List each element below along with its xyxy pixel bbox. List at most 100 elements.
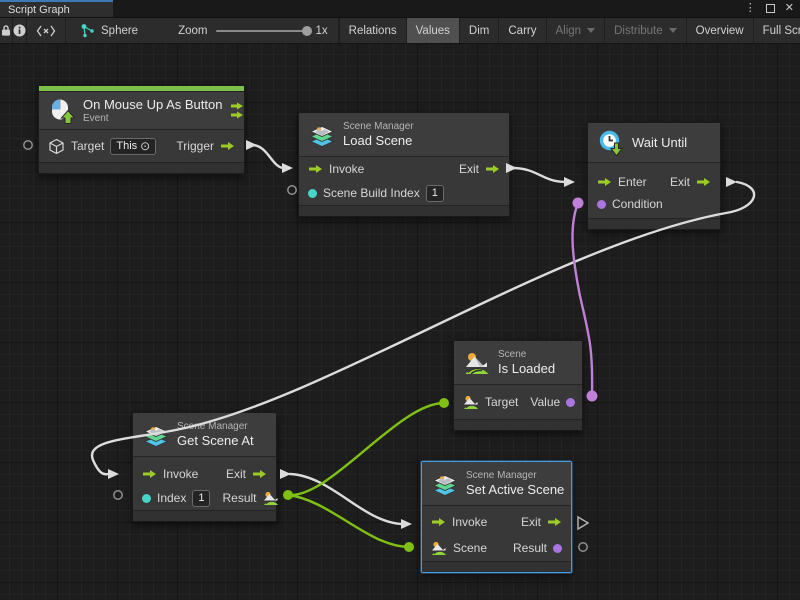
script-graph-window: Script Graph ⋮ ✕ Sphere [0,0,800,600]
align-button: Align [546,18,605,43]
port-row: Invoke Exit [422,509,571,535]
carry-button[interactable]: Carry [498,18,545,43]
port-row: Scene Result [422,535,571,561]
int-port-icon[interactable] [142,494,151,503]
target-value-chip[interactable]: This ⊙ [110,138,156,155]
port-label-result: Result [513,541,547,555]
wire-get-scene-at-to-set-active[interactable] [290,474,402,524]
scene-manager-icon [309,122,335,148]
node-category: Scene [498,349,555,361]
node-title: On Mouse Up As Button [83,97,222,113]
node-title: Wait Until [632,135,687,151]
close-icon[interactable]: ✕ [785,3,794,14]
scene-port-icon[interactable] [263,490,279,506]
values-button[interactable]: Values [406,18,459,43]
node-title: Set Active Scene [466,482,564,498]
flow-port-icon[interactable] [547,517,562,527]
port-row: Target Value [454,389,582,415]
zoom-slider-handle[interactable] [302,26,312,36]
port-label-exit: Exit [670,175,690,189]
port-label-value: Value [530,395,560,409]
wire-trigger-to-load-scene[interactable] [252,145,284,168]
port-label-target: Target [71,139,104,153]
node-footer [39,162,244,173]
node-category: Scene Manager [343,121,414,133]
code-view-button[interactable] [27,18,66,43]
lock-button[interactable] [0,18,13,43]
fullscreen-button[interactable]: Full Screen [753,18,800,43]
bool-port-icon[interactable] [566,398,575,407]
bool-port-icon[interactable] [553,544,562,553]
menu-icon[interactable]: ⋮ [745,3,756,14]
node-title: Is Loaded [498,361,555,377]
graph-canvas[interactable]: On Mouse Up As Button Event Target This [0,44,800,600]
port-row: Target This ⊙ Trigger [39,130,244,162]
graph-reference[interactable]: Sphere [66,18,150,43]
node-header[interactable]: Wait Until [588,123,720,163]
dim-button[interactable]: Dim [459,18,498,43]
maximize-icon[interactable] [766,4,775,13]
cube-icon [48,138,65,155]
port-row: Condition [588,193,720,215]
wire-load-scene-to-wait-until[interactable] [512,168,566,182]
scene-port-icon[interactable] [463,394,479,410]
node-header[interactable]: Scene Manager Load Scene [299,113,509,157]
node-load-scene[interactable]: Scene Manager Load Scene Invoke Exit Sce… [298,112,510,217]
node-get-scene-at[interactable]: Scene Manager Get Scene At Invoke Exit I… [132,412,277,522]
port-label-exit: Exit [226,467,246,481]
scene-manager-icon [143,422,169,448]
port-label-invoke: Invoke [329,162,364,176]
overview-button[interactable]: Overview [686,18,753,43]
node-header[interactable]: Scene Is Loaded [454,341,582,385]
index-value-chip[interactable]: 1 [192,490,210,507]
zoom-label: Zoom [178,25,207,37]
flow-port-icon[interactable] [431,517,446,527]
node-set-active-scene[interactable]: Scene Manager Set Active Scene Invoke Ex… [421,461,572,573]
node-header[interactable]: Scene Manager Set Active Scene [422,462,571,506]
toolbar-toggles: Relations Values Dim Carry Align Distrib… [339,18,800,43]
relations-button[interactable]: Relations [339,18,406,43]
bool-port-icon[interactable] [597,200,606,209]
node-footer [133,510,276,521]
node-title: Load Scene [343,133,414,149]
port-label-invoke: Invoke [163,467,198,481]
tab-title: Script Graph [8,4,70,16]
port-label-condition: Condition [612,197,663,211]
port-label-enter: Enter [618,175,647,189]
flow-port-icon[interactable] [597,177,612,187]
graph-icon [80,23,95,38]
flow-port-icon[interactable] [252,469,267,479]
node-footer [422,561,571,572]
window-controls: ⋮ ✕ [745,0,800,17]
scene-manager-icon [432,471,458,497]
node-subtitle: Event [83,113,222,125]
port-label-trigger: Trigger [176,139,214,153]
info-button[interactable] [13,18,27,43]
scene-port-icon[interactable] [431,540,447,556]
scene-icon [464,350,490,376]
wait-until-icon [598,130,624,156]
node-on-mouse-up-as-button[interactable]: On Mouse Up As Button Event Target This [38,85,245,174]
port-row: Invoke Exit [133,462,276,486]
flow-port-icon[interactable] [696,177,711,187]
flow-port-icon[interactable] [485,164,500,174]
node-wait-until[interactable]: Wait Until Enter Exit Condition [587,122,721,230]
port-label-scene: Scene [453,541,487,555]
flow-port-icon[interactable] [142,469,157,479]
zoom-slider[interactable] [216,30,308,32]
port-label-result: Result [222,491,256,505]
port-label-invoke: Invoke [452,515,487,529]
flow-port-icon[interactable] [308,164,323,174]
scene-build-index-value-chip[interactable]: 1 [426,185,444,202]
node-is-loaded[interactable]: Scene Is Loaded Target Value [453,340,583,431]
int-port-icon[interactable] [308,189,317,198]
flow-port-icon[interactable] [220,141,235,151]
wire-result-to-set-active-scene[interactable] [288,495,408,547]
node-title: Get Scene At [177,433,254,449]
node-header[interactable]: Scene Manager Get Scene At [133,413,276,457]
node-footer [454,419,582,430]
scope-picker-icon[interactable]: ⊙ [140,140,150,152]
graph-toolbar: Sphere Zoom 1x Relations Values Dim Carr… [0,17,800,44]
tab-script-graph[interactable]: Script Graph [0,0,113,17]
node-header[interactable]: On Mouse Up As Button Event [39,92,244,130]
